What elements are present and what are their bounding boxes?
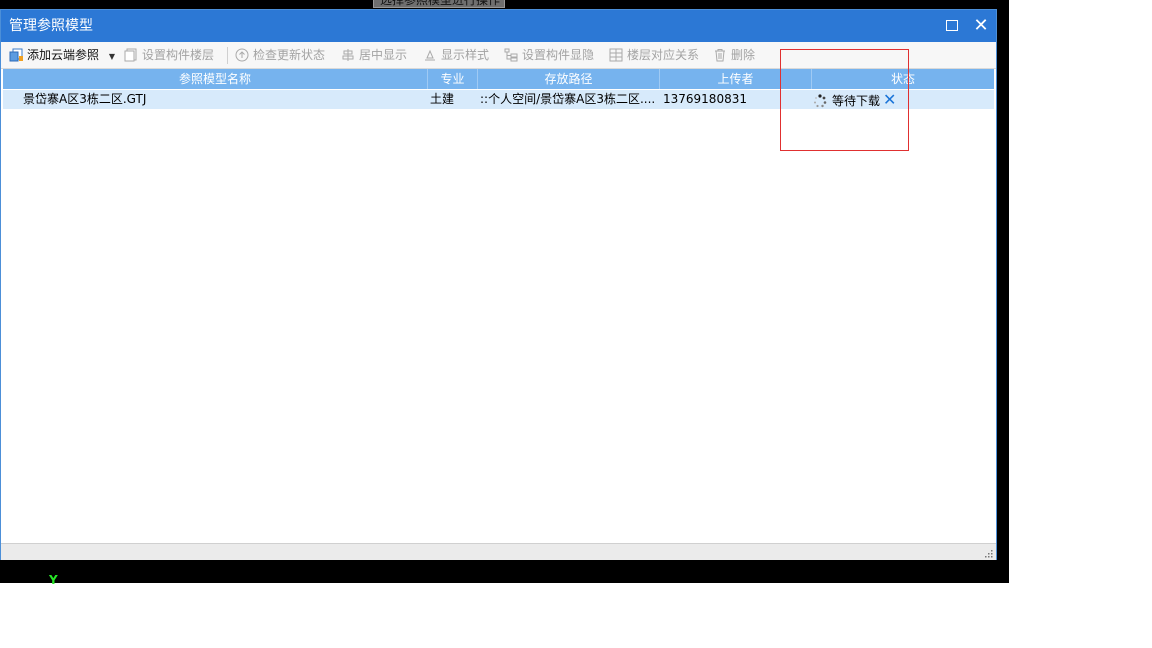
display-style-button[interactable]: 显示样式 [423,46,489,64]
maximize-icon [946,20,958,31]
check-update-status-label: 检查更新状态 [253,48,326,62]
set-component-visibility-button[interactable]: 设置构件显隐 [504,46,594,64]
set-floor-icon [124,48,137,62]
display-style-icon [425,49,435,61]
maximize-button[interactable] [937,10,967,42]
delete-label: 删除 [731,48,756,62]
cell-discipline: 土建 [430,92,455,106]
set-component-floor-button[interactable]: 设置构件楼层 [124,46,214,64]
column-header-path[interactable]: 存放路径 [478,69,660,89]
add-cloud-reference-icon [9,48,23,62]
set-component-visibility-label: 设置构件显隐 [522,48,595,62]
dialog-title: 管理参照模型 [9,18,93,34]
add-cloud-reference-button[interactable]: 添加云端参照 ▼ [9,46,115,64]
column-header-discipline[interactable]: 专业 [428,69,478,89]
status-bar [1,543,996,560]
dropdown-arrow-icon[interactable]: ▼ [109,52,115,61]
upload-circle-icon [235,48,249,62]
add-cloud-reference-label: 添加云端参照 [27,48,100,62]
close-button[interactable]: ✕ [966,10,996,42]
grid-icon [609,48,623,62]
center-display-button[interactable]: 居中显示 [341,46,407,64]
axis-y-label: Y [49,573,58,587]
cell-path: ::个人空间/景岱寨A区3栋二区.... [480,92,656,106]
toolbar-separator [227,47,228,64]
highlight-annotation-box [780,49,909,151]
center-align-icon [342,49,354,61]
set-component-floor-label: 设置构件楼层 [142,48,215,62]
title-bar: 管理参照模型 ✕ [1,10,996,42]
center-display-label: 居中显示 [359,48,408,62]
column-header-name[interactable]: 参照模型名称 [3,69,428,89]
floor-mapping-label: 楼层对应关系 [627,48,700,62]
check-update-status-button[interactable]: 检查更新状态 [235,46,325,64]
delete-button[interactable]: 删除 [713,46,755,64]
resize-grip-icon[interactable] [983,548,993,558]
cell-model-name: 景岱寨A区3栋二区.GTJ [23,92,147,106]
floor-mapping-button[interactable]: 楼层对应关系 [609,46,699,64]
visibility-tree-icon [504,48,518,62]
trash-icon [715,49,725,62]
display-style-label: 显示样式 [441,48,490,62]
background-tooltip: 选择参照模型进行操作 [373,0,505,8]
